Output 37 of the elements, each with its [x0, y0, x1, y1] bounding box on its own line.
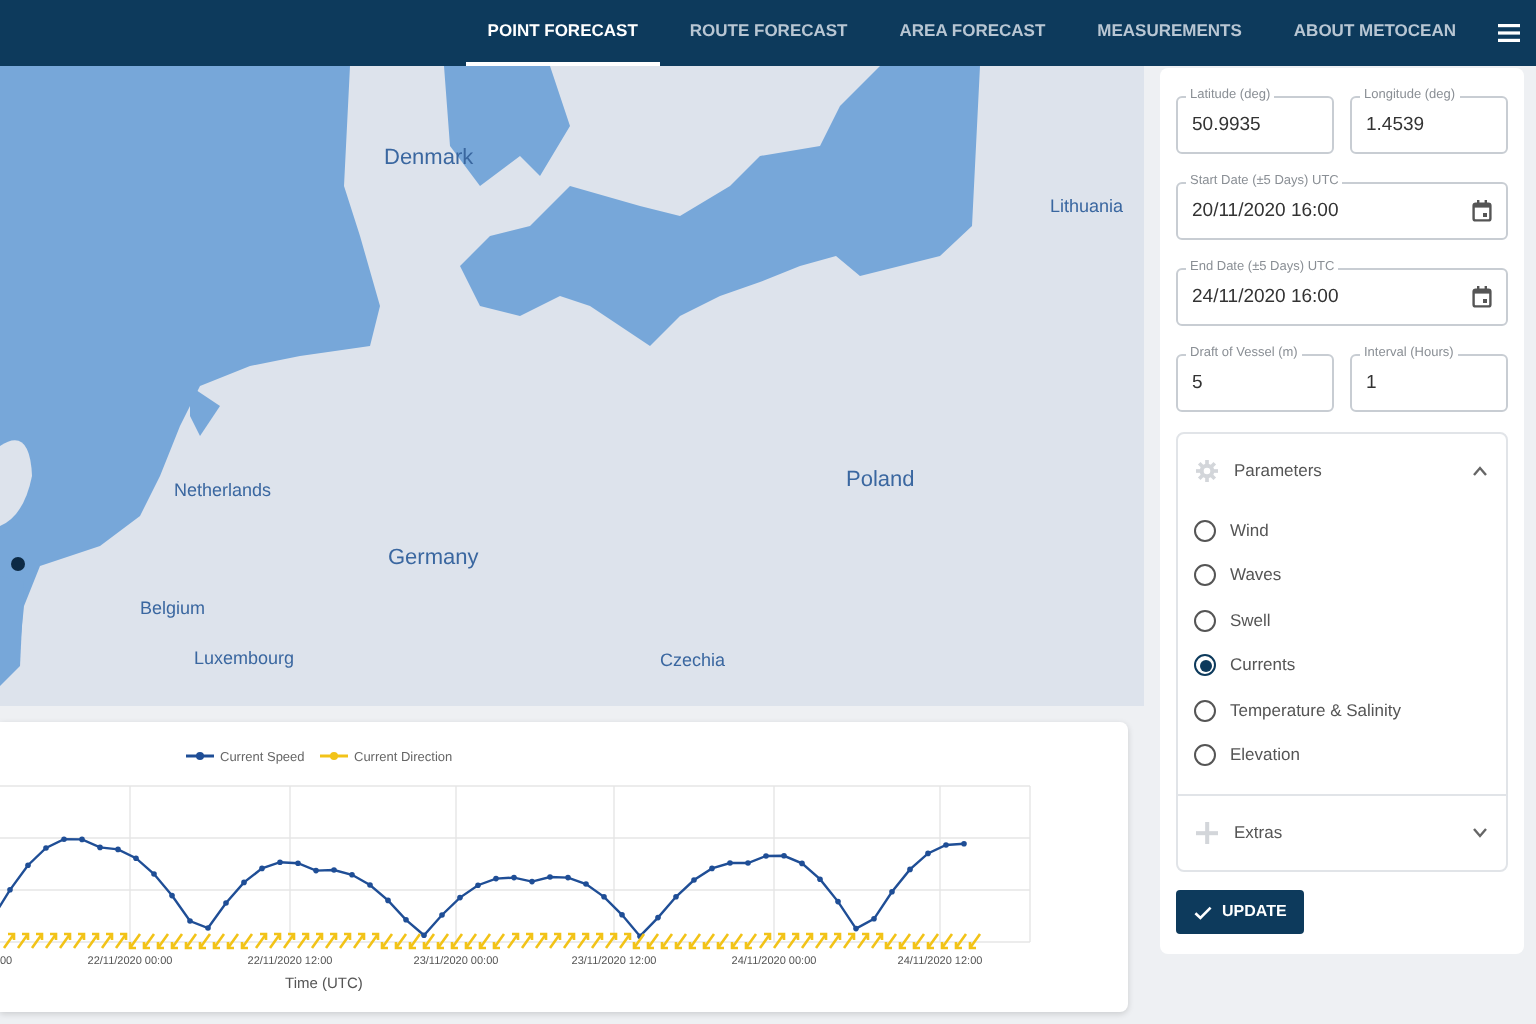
- legend-swatch[interactable]: [186, 752, 214, 760]
- radio-button[interactable]: [1194, 519, 1216, 542]
- location-marker[interactable]: [11, 557, 25, 571]
- radio-button[interactable]: [1194, 699, 1216, 722]
- calendar-icon[interactable]: [1472, 200, 1492, 222]
- radio-label[interactable]: Wind: [1230, 517, 1269, 544]
- country-label: Luxembourg: [194, 646, 295, 672]
- radio-label[interactable]: Waves: [1230, 562, 1282, 589]
- accordion-header[interactable]: Parameters: [1178, 434, 1506, 508]
- country-label: Germany: [388, 544, 479, 574]
- country-label: Netherlands: [174, 478, 272, 504]
- country-label: Poland: [846, 466, 915, 496]
- plus-icon: [1196, 822, 1218, 844]
- nav-tab[interactable]: MEASUREMENTS: [1075, 0, 1264, 66]
- nav-tab[interactable]: ROUTE FORECAST: [667, 0, 870, 66]
- nav-tab[interactable]: AREA FORECAST: [877, 0, 1068, 66]
- gear-icon: [1196, 460, 1218, 482]
- radio-label[interactable]: Elevation: [1230, 742, 1300, 769]
- chevron-down-icon: [1472, 828, 1488, 838]
- radio-button[interactable]: [1194, 654, 1216, 677]
- radio-button[interactable]: [1194, 744, 1216, 767]
- land-drawing: [0, 440, 32, 526]
- country-label: Czechia: [660, 648, 726, 674]
- check-icon: [1194, 905, 1212, 919]
- country-label: Belgium: [140, 596, 206, 622]
- nav-tab[interactable]: ABOUT METOCEAN: [1271, 0, 1478, 66]
- menu-icon[interactable]: [1498, 24, 1520, 42]
- country-label: Lithuania: [1050, 194, 1124, 220]
- chevron-up-icon: [1472, 466, 1488, 476]
- radio-label[interactable]: Swell: [1230, 607, 1271, 634]
- radio-label[interactable]: Temperature & Salinity: [1230, 697, 1402, 724]
- radio-label[interactable]: Currents: [1230, 652, 1296, 679]
- calendar-icon[interactable]: [1472, 286, 1492, 308]
- accordion-header[interactable]: Extras: [1178, 796, 1506, 870]
- update-button[interactable]: UPDATE: [1176, 890, 1305, 934]
- radio-button[interactable]: [1194, 564, 1216, 587]
- radio-button[interactable]: [1194, 609, 1216, 632]
